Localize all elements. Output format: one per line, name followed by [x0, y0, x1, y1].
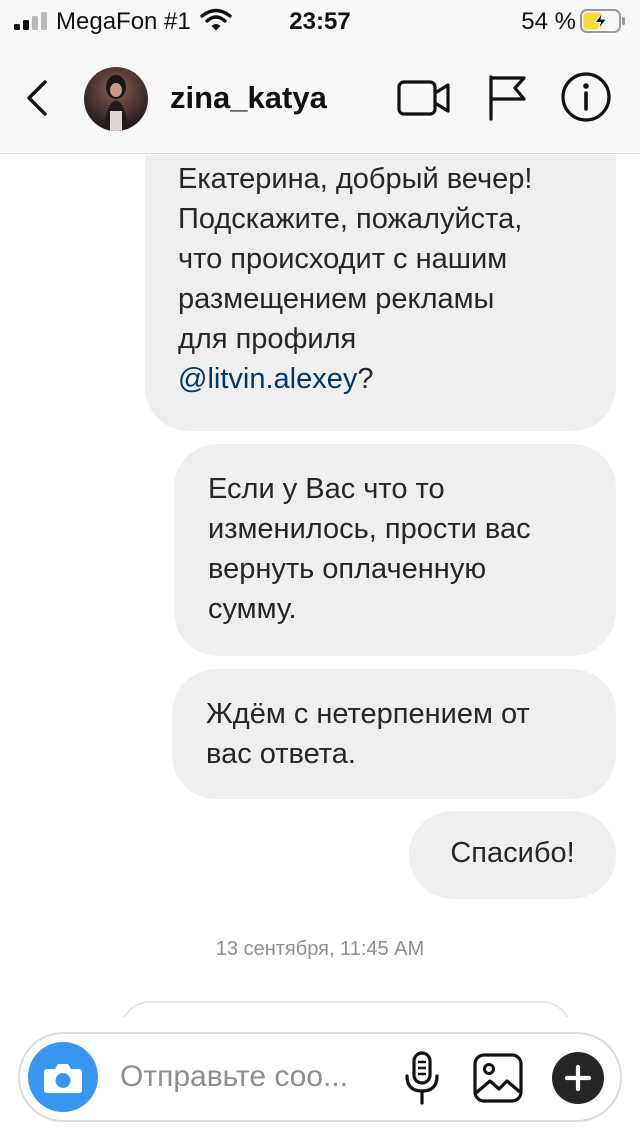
message-list[interactable]: Екатерина, добрый вечер! Подскажите, пож…	[0, 155, 640, 1017]
message-suffix: ?	[357, 363, 374, 395]
message-line: вернуть оплаченную	[208, 553, 487, 585]
flag-icon[interactable]	[486, 73, 528, 121]
chat-username[interactable]: zina_katya	[170, 80, 327, 116]
message-composer	[18, 1032, 622, 1122]
back-chevron-icon[interactable]	[16, 74, 60, 122]
message-line: Спасибо!	[450, 837, 575, 869]
mention-link[interactable]: @litvin.alexey	[178, 363, 357, 395]
message-line: Подскажите, пожалуйста,	[178, 203, 523, 235]
avatar[interactable]	[84, 67, 148, 131]
message-line: @litvin.alexey?	[178, 359, 586, 399]
message-line: что происходит с нашим	[178, 243, 508, 275]
message-line: для профиля	[178, 323, 357, 355]
message-bubble[interactable]: Спасибо!	[409, 811, 616, 899]
message-line: Ждём с нетерпением от	[206, 698, 530, 730]
message-timestamp: 13 сентября, 11:45 AM	[215, 938, 425, 960]
message-input[interactable]	[120, 1056, 380, 1098]
message-line: Если у Вас что то	[208, 473, 445, 505]
message-line: изменилось, прости вас	[208, 513, 531, 545]
plus-icon	[564, 1064, 592, 1092]
chat-header: zina_katya	[0, 42, 640, 154]
avatar-image	[104, 75, 128, 131]
video-camera-icon[interactable]	[396, 77, 452, 119]
plus-button[interactable]	[552, 1052, 604, 1104]
battery-percentage: 54 %	[521, 8, 576, 35]
gallery-icon[interactable]	[472, 1052, 524, 1104]
battery-charging-icon	[580, 9, 625, 33]
message-line: сумму.	[208, 593, 297, 625]
message-bubble[interactable]: Ждём с нетерпением от вас ответа.	[172, 669, 616, 799]
microphone-icon[interactable]	[402, 1050, 442, 1106]
info-icon[interactable]	[560, 71, 612, 123]
incoming-message-bubble[interactable]	[120, 1001, 572, 1017]
message-bubble[interactable]: Если у Вас что то изменилось, прости вас…	[174, 444, 616, 656]
message-bubble[interactable]: Екатерина, добрый вечер! Подскажите, пож…	[145, 155, 616, 431]
camera-button[interactable]	[28, 1042, 98, 1112]
message-line: размещением рекламы	[178, 283, 495, 315]
message-line: Екатерина, добрый вечер!	[178, 163, 533, 195]
message-line: вас ответа.	[206, 738, 356, 770]
camera-icon	[44, 1064, 82, 1093]
status-bar: MegaFon #1 23:57 54 %	[0, 0, 640, 42]
